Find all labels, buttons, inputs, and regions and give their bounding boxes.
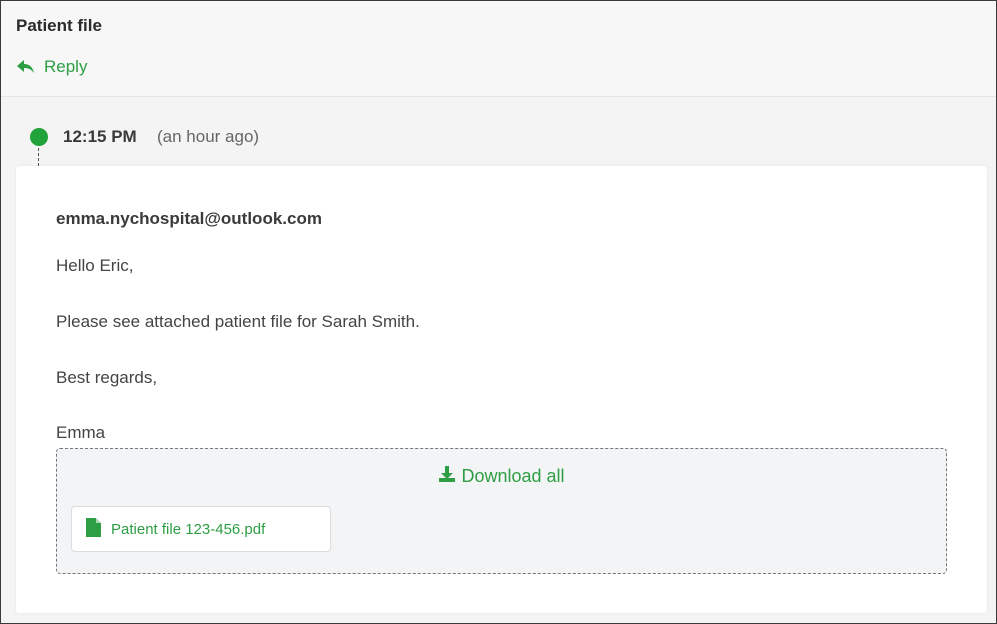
message-body-line: Best regards, [56, 368, 158, 387]
download-all-label: Download all [461, 466, 565, 486]
timeline-dot [30, 128, 48, 146]
download-all-button[interactable]: Download all [57, 465, 946, 488]
reply-icon [16, 59, 36, 75]
message-body-line: Emma [56, 423, 106, 442]
download-icon [438, 465, 456, 488]
timeline-connector [38, 148, 39, 166]
message-sender: emma.nychospital@outlook.com [56, 209, 322, 228]
message-body-line: Hello Eric, [56, 256, 134, 275]
file-icon [86, 517, 101, 541]
thread-title: Patient file [16, 16, 102, 35]
attachments-panel: Download all Patient file 123-456.pdf [56, 448, 947, 574]
attachment-file[interactable]: Patient file 123-456.pdf [71, 506, 331, 552]
message-time: 12:15 PM [63, 127, 137, 146]
message-card: emma.nychospital@outlook.com Hello Eric,… [16, 166, 987, 613]
thread-header: Patient file Reply [1, 1, 996, 97]
message-body-line: Please see attached patient file for Sar… [56, 312, 420, 331]
attachment-file-name: Patient file 123-456.pdf [111, 520, 266, 538]
message-relative-time: (an hour ago) [157, 127, 260, 146]
message-thread-panel: Patient file Reply 12:15 PM (an hour ago… [0, 0, 997, 624]
reply-label: Reply [44, 57, 88, 76]
reply-button[interactable]: Reply [16, 57, 87, 77]
